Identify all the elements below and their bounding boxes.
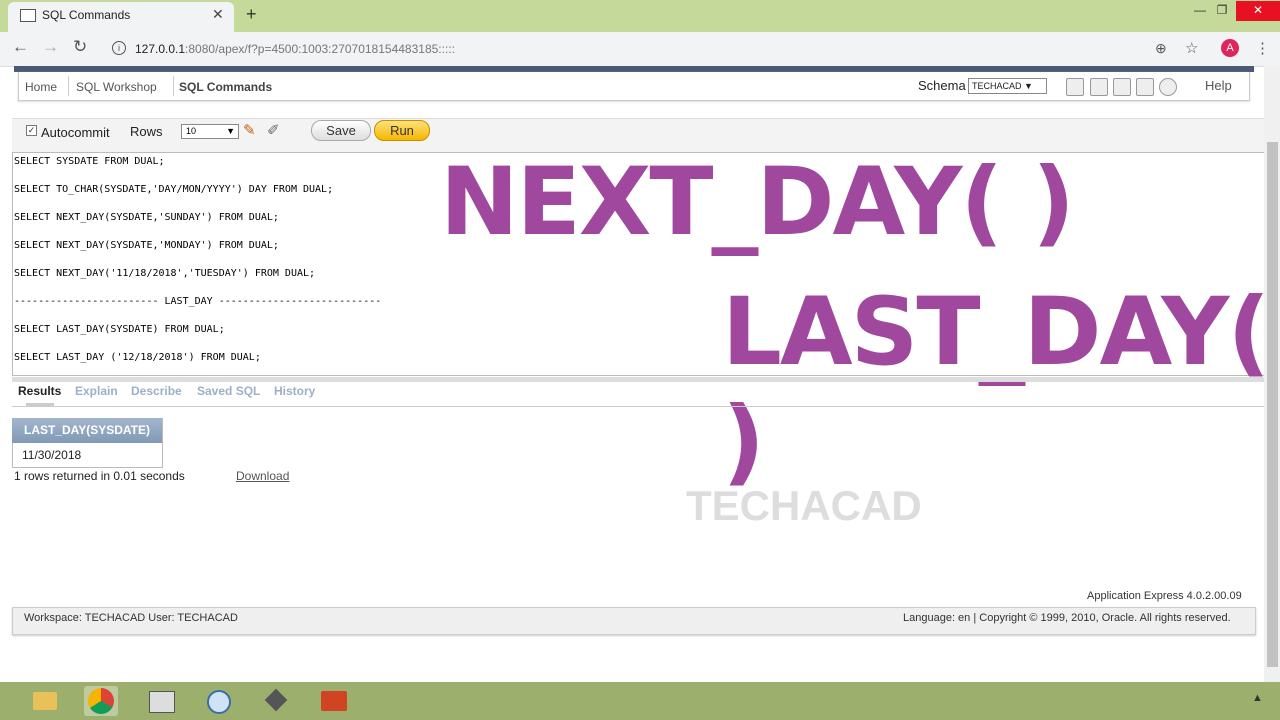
page-favicon-icon [20, 9, 36, 22]
code-line: SELECT NEXT_DAY('11/18/2018','TUESDAY') … [14, 268, 316, 279]
window-app-icon[interactable] [144, 686, 178, 716]
reload-icon[interactable]: ↻ [73, 37, 87, 57]
file-explorer-icon[interactable] [28, 686, 62, 716]
tab-history[interactable]: History [274, 384, 315, 398]
menu-icon[interactable]: ⋮ [1255, 39, 1270, 57]
bookmark-star-icon[interactable]: ☆ [1185, 39, 1198, 57]
tab-title: SQL Commands [42, 8, 131, 22]
breadcrumb-separator [163, 76, 174, 96]
overlay-title-last-day: LAST_DAY( ) [722, 278, 1270, 496]
sql-scripts-icon[interactable] [1113, 78, 1131, 96]
editor-splitter[interactable] [12, 377, 1266, 382]
results-column-header: LAST_DAY(SYSDATE) [12, 418, 162, 443]
help-link[interactable]: Help [1205, 78, 1232, 93]
run-button[interactable]: Run [374, 120, 430, 141]
tab-describe[interactable]: Describe [131, 384, 182, 398]
code-line: SELECT TO_CHAR(SYSDATE,'DAY/MON/YYYY') D… [14, 184, 334, 195]
utilities-icon[interactable] [1136, 78, 1154, 96]
apex-version: Application Express 4.0.2.00.09 [1087, 590, 1242, 602]
restore-icon[interactable]: ❐ [1212, 1, 1232, 21]
chevron-down-icon: ▼ [1024, 81, 1033, 91]
info-icon[interactable]: i [112, 41, 126, 55]
schema-select[interactable]: TECHACAD ▼ [968, 78, 1047, 94]
close-tab-icon[interactable]: ✕ [212, 6, 224, 23]
back-icon[interactable]: ← [12, 37, 29, 57]
overlay-title-next-day: NEXT_DAY( ) [440, 148, 1075, 257]
watermark: TECHACAD [686, 482, 922, 529]
new-tab-icon[interactable]: + [246, 4, 257, 25]
gear-icon[interactable] [1159, 78, 1177, 96]
chrome-icon[interactable] [84, 686, 118, 716]
tab-results[interactable]: Results [18, 384, 61, 398]
rows-select[interactable]: 10 ▼ [181, 124, 239, 139]
code-line: SELECT SYSDATE FROM DUAL; [14, 156, 165, 167]
chevron-down-icon: ▼ [226, 126, 235, 136]
find-tables-icon[interactable]: ✐ [267, 121, 280, 139]
code-line: SELECT NEXT_DAY(SYSDATE,'SUNDAY') FROM D… [14, 212, 279, 223]
code-line: SELECT LAST_DAY(SYSDATE) FROM DUAL; [14, 324, 225, 335]
breadcrumb-sql-workshop[interactable]: SQL Workshop [76, 80, 157, 94]
zoom-icon[interactable]: ⊕ [1155, 40, 1167, 57]
breadcrumb-home[interactable]: Home [25, 80, 57, 94]
taskbar [0, 682, 1280, 720]
divider [12, 406, 1264, 407]
tool-app-icon[interactable] [260, 686, 294, 716]
tab-saved-sql[interactable]: Saved SQL [197, 384, 260, 398]
rows-returned-text: 1 rows returned in 0.01 seconds [14, 469, 185, 483]
autocommit-label: Autocommit [41, 125, 110, 140]
code-line: SELECT NEXT_DAY(SYSDATE,'MONDAY') FROM D… [14, 240, 279, 251]
scrollbar-thumb[interactable] [1267, 142, 1278, 667]
schema-label: Schema [918, 78, 966, 93]
breadcrumb-separator [58, 76, 69, 96]
download-link[interactable]: Download [236, 469, 289, 483]
save-button[interactable]: Save [311, 120, 371, 141]
rows-value: 10 [186, 126, 197, 136]
profile-avatar[interactable]: A [1221, 39, 1239, 57]
url-host: 127.0.0.1 [135, 42, 186, 56]
window-close-icon[interactable]: ✕ [1236, 1, 1280, 21]
url-text: 127.0.0.1:8080/apex/f?p=4500:1003:270701… [135, 42, 455, 56]
breadcrumb-sql-commands: SQL Commands [179, 80, 273, 94]
tab-explain[interactable]: Explain [75, 384, 118, 398]
workspace-info: Workspace: TECHACAD User: TECHACAD [24, 612, 238, 624]
copyright-text: Language: en | Copyright © 1999, 2010, O… [903, 612, 1231, 624]
search-app-icon[interactable] [201, 686, 235, 716]
results-cell: 11/30/2018 [22, 448, 82, 462]
schema-value: TECHACAD [972, 81, 1022, 91]
code-line: ------------------------ LAST_DAY ------… [14, 296, 382, 307]
forward-icon[interactable]: → [42, 37, 59, 57]
query-builder-icon[interactable] [1066, 78, 1084, 96]
chevron-up-icon[interactable]: ▲ [1252, 692, 1263, 704]
clear-command-icon[interactable]: ✎ [243, 121, 256, 139]
object-browser-icon[interactable] [1090, 78, 1108, 96]
code-line: SELECT LAST_DAY ('12/18/2018') FROM DUAL… [14, 352, 261, 363]
autocommit-checkbox[interactable]: ✓ [26, 125, 37, 136]
presentation-app-icon[interactable] [317, 686, 351, 716]
minimize-icon[interactable]: — [1190, 1, 1210, 21]
url-path: :8080/apex/f?p=4500:1003:270701815448318… [185, 42, 455, 56]
rows-label: Rows [130, 124, 163, 139]
